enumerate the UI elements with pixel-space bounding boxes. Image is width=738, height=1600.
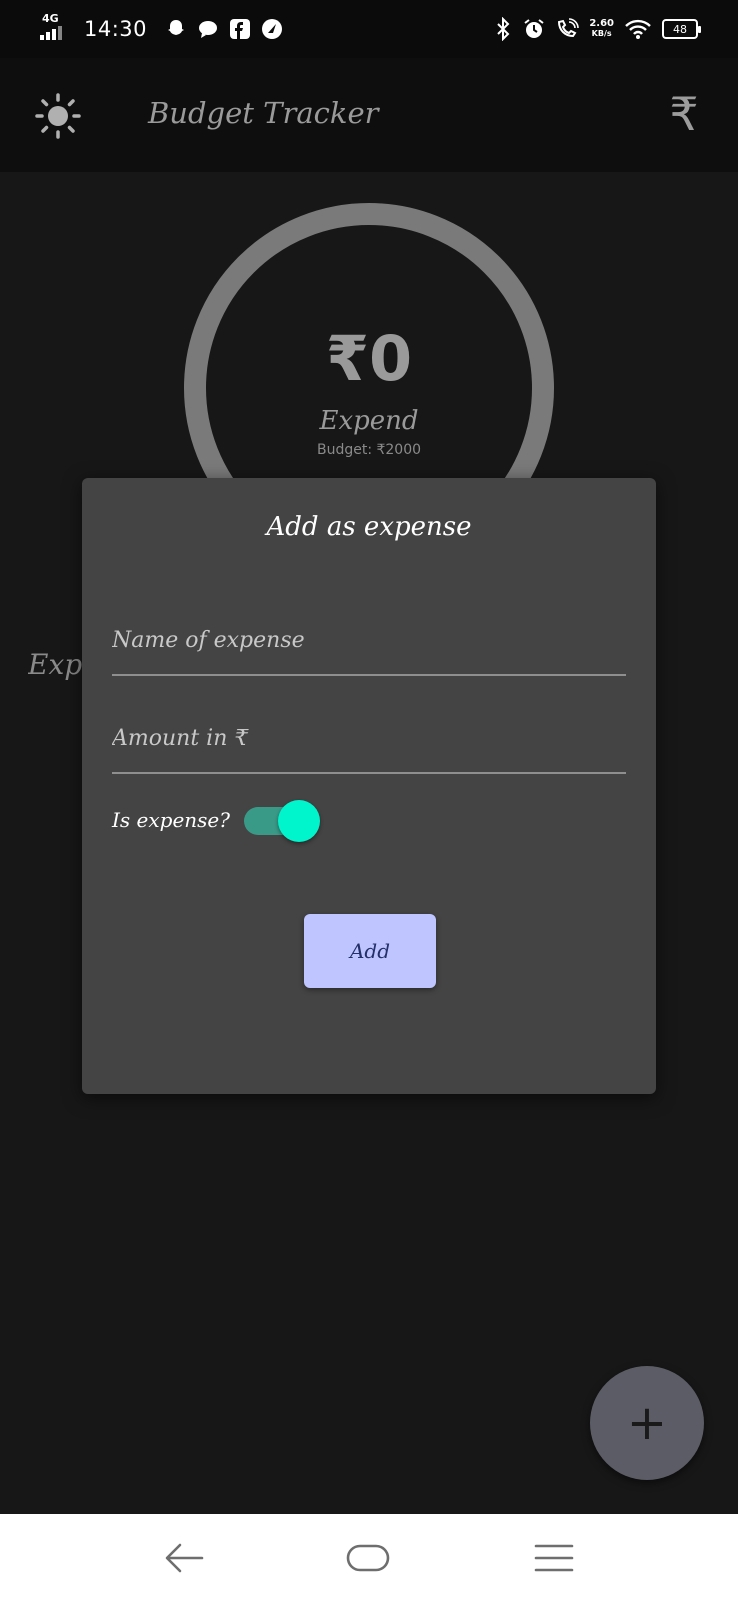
is-expense-label: Is expense? xyxy=(112,808,230,832)
recents-icon[interactable] xyxy=(532,1536,576,1580)
add-fab[interactable]: + xyxy=(590,1366,704,1480)
plus-icon: + xyxy=(626,1395,668,1451)
system-nav-bar xyxy=(0,1514,738,1600)
dialog-title: Add as expense xyxy=(266,512,472,542)
app-icon xyxy=(261,18,283,40)
network-type: 4G xyxy=(42,12,59,25)
sun-icon[interactable] xyxy=(34,92,82,140)
is-expense-toggle[interactable] xyxy=(244,800,320,842)
wifi-icon xyxy=(625,19,651,39)
expense-name-field xyxy=(112,596,626,676)
network-indicator: 4G xyxy=(40,12,74,44)
expense-name-input[interactable] xyxy=(112,596,626,674)
status-bar: 4G 14:30 2.60 KB/s 48 xyxy=(0,0,738,58)
status-right: 2.60 KB/s 48 xyxy=(495,17,701,41)
toggle-thumb xyxy=(278,800,320,842)
message-icon xyxy=(197,18,219,40)
facebook-icon xyxy=(229,18,251,40)
battery-icon: 48 xyxy=(662,19,701,39)
home-icon[interactable] xyxy=(346,1536,390,1580)
wifi-call-icon xyxy=(558,18,580,38)
expense-amount-input[interactable] xyxy=(112,694,626,772)
section-heading: Expe xyxy=(28,648,88,681)
budget-label: Budget: ₹2000 xyxy=(316,442,422,458)
alarm-icon xyxy=(524,19,544,38)
page-title: Budget Tracker xyxy=(148,96,379,130)
battery-level: 48 xyxy=(673,22,687,36)
add-expense-dialog: Add as expense Is expense? Add xyxy=(82,478,656,1094)
bluetooth-icon xyxy=(497,17,510,41)
app-bar: Budget Tracker ₹ xyxy=(0,58,738,172)
status-left: 4G 14:30 xyxy=(40,12,283,44)
back-icon[interactable] xyxy=(162,1536,206,1580)
add-button[interactable]: Add xyxy=(304,914,436,988)
expend-amount: ₹0 xyxy=(325,322,413,395)
expend-label: Expend xyxy=(319,406,419,436)
snapchat-icon xyxy=(165,18,187,40)
speed-unit: KB/s xyxy=(591,29,612,38)
rupee-icon[interactable]: ₹ xyxy=(664,88,704,140)
expense-amount-field xyxy=(112,694,626,774)
speed-value: 2.60 xyxy=(589,18,614,29)
network-speed: 2.60 KB/s xyxy=(589,19,614,39)
status-time: 14:30 xyxy=(84,17,148,41)
signal-icon xyxy=(40,26,62,40)
